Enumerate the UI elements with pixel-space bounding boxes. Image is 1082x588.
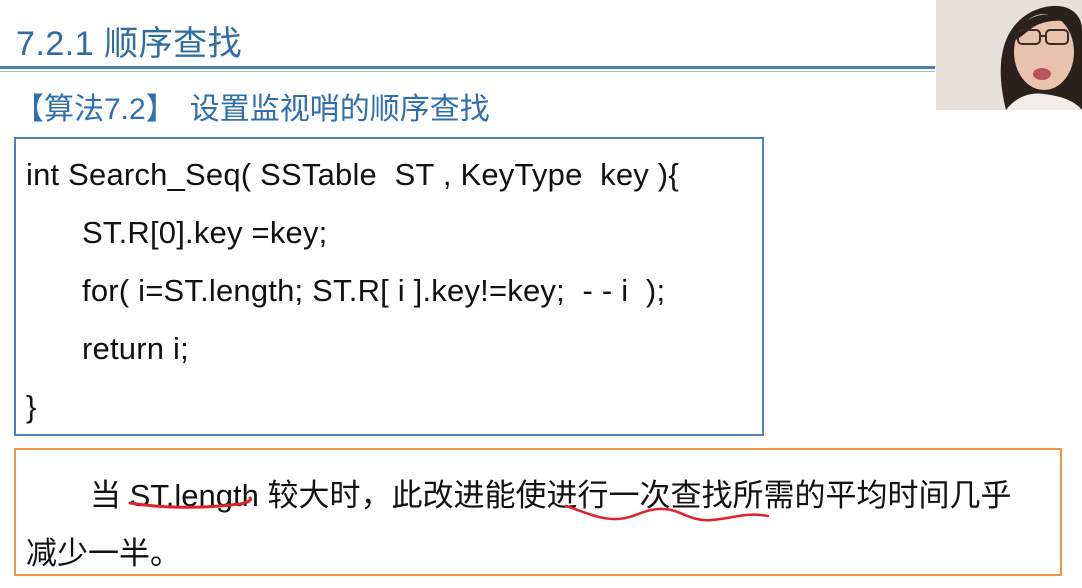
algorithm-heading: 【算法7.2】 设置监视哨的顺序查找 <box>14 84 490 128</box>
code-block: int Search_Seq( SSTable ST , KeyType key… <box>14 137 764 436</box>
section-title: 7.2.1 顺序查找 <box>16 25 243 63</box>
slide: 7.2.1 顺序查找 【算法7.2】 设置监视哨的顺序查找 int Search_… <box>0 0 1082 588</box>
code-line-5: } <box>26 389 37 424</box>
note-lead: 当 <box>90 478 130 513</box>
title-divider <box>0 66 935 69</box>
code-line-3: for( i=ST.length; ST.R[ i ].key!=key; - … <box>82 273 666 308</box>
note-line-1: 当 ST.length 较大时，此改进能使进行一次查找所需的平均时间几乎 <box>90 470 1012 515</box>
algorithm-title: 设置监视哨的顺序查找 <box>189 93 490 126</box>
code-line-4: return i; <box>82 331 189 366</box>
code-line-1: int Search_Seq( SSTable ST , KeyType key… <box>26 157 679 192</box>
note-line-2: 减少一半。 <box>26 536 181 571</box>
note-box: 当 ST.length 较大时，此改进能使进行一次查找所需的平均时间几乎 减少一… <box>14 448 1062 576</box>
presenter-webcam <box>936 0 1082 110</box>
algorithm-tag: 【算法7.2】 <box>14 93 176 126</box>
title-divider-thin <box>0 71 935 72</box>
note-highlight: ST.length <box>129 478 259 513</box>
note-rest: 较大时，此改进能使进行一次查找所需的平均时间几乎 <box>258 478 1012 513</box>
presenter-webcam-icon <box>936 0 1082 110</box>
code-line-2: ST.R[0].key =key; <box>82 215 328 250</box>
